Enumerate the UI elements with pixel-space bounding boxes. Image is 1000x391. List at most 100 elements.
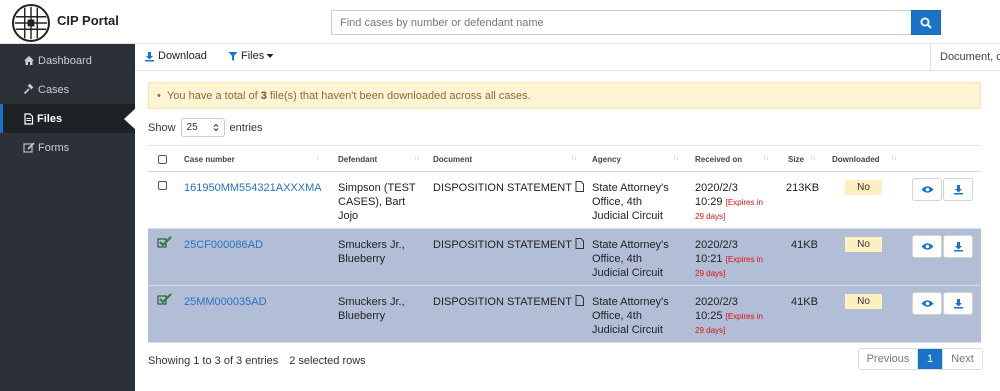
row-download-button[interactable]: [943, 235, 973, 258]
agency-cell: State Attorney's Office, 4th Judicial Ci…: [592, 238, 669, 280]
size-cell: 41KB: [791, 239, 818, 251]
sort-icon: ↑↓: [673, 155, 679, 162]
column-search-field[interactable]: Document, d: [930, 44, 1000, 71]
sort-icon: ↑↓: [571, 155, 577, 162]
document-icon: [575, 295, 584, 306]
defendant-cell: Smuckers Jr., Blueberry: [338, 295, 405, 323]
col-document[interactable]: Document: [433, 155, 472, 164]
document-icon: [575, 181, 584, 192]
toolbar: Download Files Document, d: [135, 44, 1000, 71]
agency-line: State Attorney's: [592, 296, 669, 308]
agency-line: State Attorney's: [592, 239, 669, 251]
sidebar-item-dashboard[interactable]: Dashboard: [0, 46, 135, 75]
app-title[interactable]: CIP Portal: [57, 13, 119, 28]
received-cell: 2020/2/3 10:25 [Expires in 29 days]: [695, 295, 763, 338]
row-checkbox[interactable]: [158, 181, 167, 190]
page-length-control: Show 25 entries: [148, 118, 263, 137]
expiry-note: [Expires in: [725, 255, 763, 264]
col-defendant[interactable]: Defendant: [338, 155, 377, 164]
agency-line: Office, 4th: [592, 310, 642, 322]
case-number-link[interactable]: 25CF000086AD: [184, 238, 263, 252]
view-button[interactable]: [912, 178, 942, 201]
sidebar-item-cases[interactable]: Cases: [0, 75, 135, 104]
page-1-button[interactable]: 1: [918, 349, 942, 369]
defendant-line: Jojo: [338, 210, 359, 222]
select-all-checkbox[interactable]: [158, 155, 167, 164]
table-row[interactable]: 161950MM554321AXXXMA Simpson (TEST CASES…: [148, 172, 981, 229]
agency-line: Judicial Circuit: [592, 210, 663, 222]
defendant-line: Blueberry: [338, 253, 386, 265]
sort-icon: ↑↓: [763, 155, 769, 162]
received-date: 2020/2/3: [695, 296, 738, 308]
search-input[interactable]: [331, 10, 911, 35]
row-download-button[interactable]: [943, 178, 973, 201]
view-button[interactable]: [912, 292, 942, 315]
document-name: DISPOSITION STATEMENT: [433, 182, 572, 194]
size-cell: 41KB: [791, 296, 818, 308]
col-downloaded[interactable]: Downloaded: [832, 155, 880, 164]
col-received-on[interactable]: Received on: [695, 155, 742, 164]
download-icon: [953, 242, 963, 252]
sidebar-item-label: Files: [37, 112, 63, 125]
sidebar-item-files[interactable]: Files: [0, 104, 136, 133]
search-bar: [331, 10, 941, 35]
top-header: CIP Portal: [0, 0, 1000, 44]
page-length-select[interactable]: 25: [180, 118, 225, 137]
received-time: 10:25: [695, 310, 723, 322]
download-button[interactable]: Download: [144, 50, 207, 62]
col-size[interactable]: Size: [788, 155, 804, 164]
document-name: DISPOSITION STATEMENT: [433, 296, 572, 308]
home-icon: [24, 56, 34, 65]
received-time: 10:21: [695, 253, 723, 265]
alert-text-suffix: file(s) that haven't been downloaded acr…: [266, 90, 531, 102]
previous-page-button[interactable]: Previous: [859, 349, 918, 369]
document-name: DISPOSITION STATEMENT: [433, 239, 572, 251]
table-row[interactable]: 25MM000035AD Smuckers Jr., Blueberry DIS…: [148, 286, 981, 343]
col-case-number[interactable]: Case number: [184, 155, 235, 164]
received-cell: 2020/2/3 10:21 [Expires in 29 days]: [695, 238, 763, 281]
agency-line: Office, 4th: [592, 196, 642, 208]
search-button[interactable]: [911, 10, 941, 35]
table-row[interactable]: 25CF000086AD Smuckers Jr., Blueberry DIS…: [148, 229, 981, 286]
row-download-button[interactable]: [943, 292, 973, 315]
sort-icon: ↑↓: [414, 155, 420, 162]
downloaded-badge: No: [845, 180, 882, 195]
undownloaded-files-alert: • You have a total of 3 file(s) that hav…: [148, 82, 981, 109]
defendant-line: Smuckers Jr.,: [338, 239, 405, 251]
defendant-line: CASES), Bart: [338, 196, 406, 208]
files-filter-dropdown[interactable]: Files: [228, 50, 277, 62]
download-icon: [953, 185, 963, 195]
pagination: Previous 1 Next: [858, 348, 983, 370]
expiry-note: [Expires in: [725, 312, 763, 321]
checked-icon[interactable]: [157, 293, 173, 305]
portal-logo[interactable]: [12, 4, 50, 42]
updown-icon: [213, 123, 218, 132]
agency-cell: State Attorney's Office, 4th Judicial Ci…: [592, 295, 669, 337]
next-page-button[interactable]: Next: [942, 349, 982, 369]
download-label: Download: [158, 50, 207, 62]
received-time: 10:29: [695, 196, 723, 208]
expiry-note: 29 days]: [695, 269, 726, 278]
expiry-note: 29 days]: [695, 326, 726, 335]
selected-rows-info: 2 selected rows: [289, 355, 366, 367]
agency-line: Office, 4th: [592, 253, 642, 265]
agency-cell: State Attorney's Office, 4th Judicial Ci…: [592, 181, 669, 223]
col-agency[interactable]: Agency: [592, 155, 621, 164]
sort-icon: ↑: [316, 155, 319, 162]
filter-icon: [228, 51, 238, 61]
downloaded-badge: No: [845, 237, 882, 252]
document-cell: DISPOSITION STATEMENT: [433, 238, 584, 252]
case-number-link[interactable]: 161950MM554321AXXXMA: [184, 181, 322, 195]
defendant-cell: Simpson (TEST CASES), Bart Jojo: [338, 181, 416, 223]
search-icon: [920, 17, 932, 29]
caret-down-icon: [266, 54, 274, 58]
case-number-link[interactable]: 25MM000035AD: [184, 295, 267, 309]
sidebar-item-forms[interactable]: Forms: [0, 133, 135, 162]
downloaded-badge: No: [845, 294, 882, 309]
document-cell: DISPOSITION STATEMENT: [433, 181, 584, 195]
download-icon: [145, 51, 154, 61]
checked-icon[interactable]: [157, 236, 173, 248]
view-button[interactable]: [912, 235, 942, 258]
received-cell: 2020/2/3 10:29 [Expires in 29 days]: [695, 181, 763, 224]
page-length-value: 25: [186, 122, 198, 133]
